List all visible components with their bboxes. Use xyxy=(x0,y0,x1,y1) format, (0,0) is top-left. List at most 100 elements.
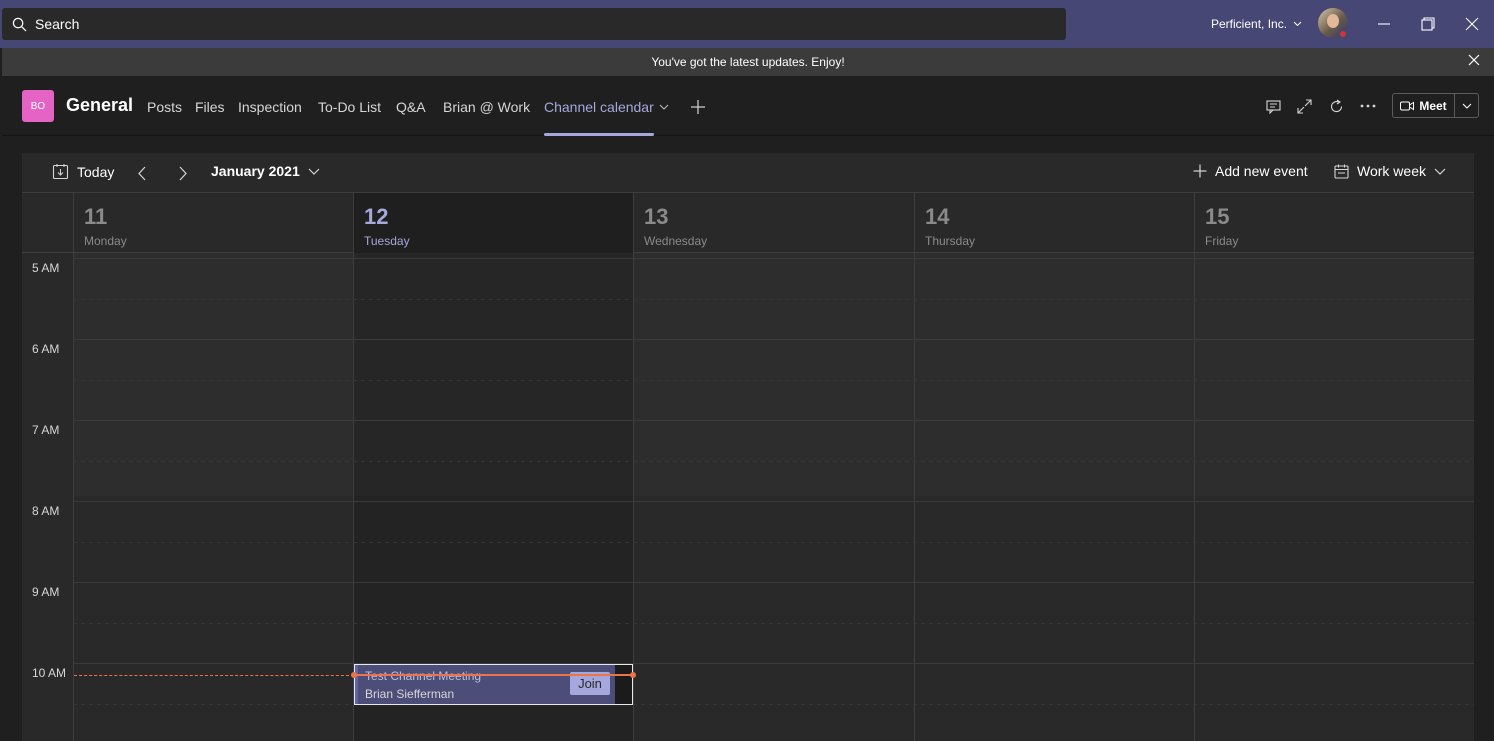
org-switcher[interactable]: Perficient, Inc. xyxy=(1211,17,1302,31)
day-header-thursday[interactable]: 14 Thursday xyxy=(914,193,1194,253)
day-number: 11 xyxy=(84,204,108,229)
channel-title: General xyxy=(66,95,134,115)
month-label: January 2021 xyxy=(211,163,300,179)
hour-line xyxy=(73,420,1474,421)
meet-split-button: Meet xyxy=(1392,93,1479,118)
expand-button[interactable] xyxy=(1295,97,1313,115)
plus-icon xyxy=(1193,164,1207,178)
calendar-today-icon xyxy=(52,164,69,180)
day-column-wednesday[interactable] xyxy=(633,253,914,741)
minimize-button[interactable] xyxy=(1372,12,1396,36)
time-grid: 5 AM 6 AM 7 AM 8 AM 9 AM 10 AM Test Chan… xyxy=(22,253,1474,741)
time-label: 8 AM xyxy=(32,504,60,518)
month-picker[interactable]: January 2021 xyxy=(211,163,320,179)
banner-close-button[interactable] xyxy=(1468,54,1484,70)
event-organizer: Brian Siefferman xyxy=(365,687,455,701)
tab-todo-list[interactable]: To-Do List xyxy=(318,99,381,115)
chevron-down-icon xyxy=(1462,103,1471,109)
tab-qa[interactable]: Q&A xyxy=(396,99,426,115)
banner-text: You've got the latest updates. Enjoy! xyxy=(651,55,845,69)
team-avatar: BO xyxy=(22,90,54,122)
current-time-line xyxy=(354,674,634,676)
time-label: 5 AM xyxy=(32,261,60,275)
tab-files[interactable]: Files xyxy=(195,99,225,115)
meet-dropdown-button[interactable] xyxy=(1455,94,1478,117)
org-name: Perficient, Inc. xyxy=(1211,17,1288,31)
active-tab-indicator xyxy=(544,133,654,136)
day-column-thursday[interactable] xyxy=(914,253,1194,741)
search-icon xyxy=(12,17,27,31)
today-label: Today xyxy=(77,163,115,180)
title-bar: Search Perficient, Inc. xyxy=(0,0,1494,48)
day-name: Friday xyxy=(1205,234,1239,248)
chevron-left-icon[interactable] xyxy=(137,166,147,181)
day-number: 12 xyxy=(364,204,389,229)
tab-posts[interactable]: Posts xyxy=(147,99,182,115)
expand-icon xyxy=(1296,98,1312,114)
restore-icon xyxy=(1421,17,1435,31)
current-time-dot xyxy=(351,672,357,678)
hour-line xyxy=(73,501,1474,502)
close-window-button[interactable] xyxy=(1460,12,1484,36)
search-box[interactable]: Search xyxy=(2,8,1066,40)
tab-channel-calendar[interactable]: Channel calendar xyxy=(544,99,654,115)
day-header-monday[interactable]: 11 Monday xyxy=(73,193,353,253)
more-icon xyxy=(1360,104,1376,108)
conversation-button[interactable] xyxy=(1264,97,1282,115)
tab-brian-at-work[interactable]: Brian @ Work xyxy=(443,99,530,115)
time-label: 6 AM xyxy=(32,342,60,356)
add-tab-icon[interactable] xyxy=(690,99,706,115)
day-column-friday[interactable] xyxy=(1194,253,1474,741)
chevron-down-icon xyxy=(1434,168,1446,175)
chevron-down-icon[interactable] xyxy=(659,104,669,110)
channel-calendar: Today January 2021 Add new event Work we… xyxy=(22,153,1474,741)
half-hour-line xyxy=(73,461,1474,462)
chevron-down-icon xyxy=(1293,21,1302,27)
refresh-button[interactable] xyxy=(1327,97,1345,115)
day-name: Wednesday xyxy=(644,234,708,248)
meet-button[interactable]: Meet xyxy=(1393,94,1455,117)
restore-button[interactable] xyxy=(1416,12,1440,36)
update-banner: You've got the latest updates. Enjoy! xyxy=(2,48,1494,76)
minimize-icon xyxy=(1378,23,1390,25)
half-hour-line xyxy=(73,623,1474,624)
time-label: 10 AM xyxy=(32,666,67,680)
add-new-event-button[interactable]: Add new event xyxy=(1193,163,1308,179)
day-name: Monday xyxy=(84,234,127,248)
chat-icon xyxy=(1265,99,1281,114)
meet-label: Meet xyxy=(1419,98,1447,113)
current-time-line-past xyxy=(74,675,354,676)
half-hour-line xyxy=(73,542,1474,543)
day-column-monday[interactable] xyxy=(73,253,353,741)
day-header-tuesday[interactable]: 12 Tuesday xyxy=(353,193,633,253)
close-icon xyxy=(1465,17,1479,31)
tab-inspection[interactable]: Inspection xyxy=(238,99,302,115)
view-label: Work week xyxy=(1357,163,1426,179)
hour-line xyxy=(73,663,1474,664)
day-number: 13 xyxy=(644,204,669,229)
more-options-button[interactable] xyxy=(1359,97,1377,115)
half-hour-line xyxy=(73,299,1474,300)
calendar-toolbar: Today January 2021 Add new event Work we… xyxy=(22,153,1474,193)
today-button[interactable]: Today xyxy=(52,163,114,180)
time-label: 7 AM xyxy=(32,423,60,437)
day-name: Tuesday xyxy=(364,234,410,248)
refresh-icon xyxy=(1330,99,1342,112)
chevron-down-icon xyxy=(308,168,320,175)
channel-header: BO General Posts Files Inspection To-Do … xyxy=(2,76,1494,136)
time-label: 9 AM xyxy=(32,585,60,599)
calendar-event[interactable]: Test Channel Meeting Brian Siefferman Jo… xyxy=(354,664,633,705)
day-header-friday[interactable]: 15 Friday xyxy=(1194,193,1474,253)
day-header-wednesday[interactable]: 13 Wednesday xyxy=(633,193,913,253)
day-header-row: 11 Monday 12 Tuesday 13 Wednesday 14 Thu… xyxy=(22,193,1474,253)
add-new-event-label: Add new event xyxy=(1215,163,1308,179)
day-number: 15 xyxy=(1205,204,1230,229)
view-switcher[interactable]: Work week xyxy=(1334,163,1446,179)
chevron-right-icon[interactable] xyxy=(178,166,188,181)
video-camera-icon xyxy=(1400,101,1415,110)
event-title: Test Channel Meeting xyxy=(365,669,482,683)
half-hour-line xyxy=(73,380,1474,381)
presence-busy-indicator xyxy=(1338,29,1348,39)
close-icon xyxy=(1468,54,1480,66)
half-hour-line xyxy=(73,704,1474,705)
